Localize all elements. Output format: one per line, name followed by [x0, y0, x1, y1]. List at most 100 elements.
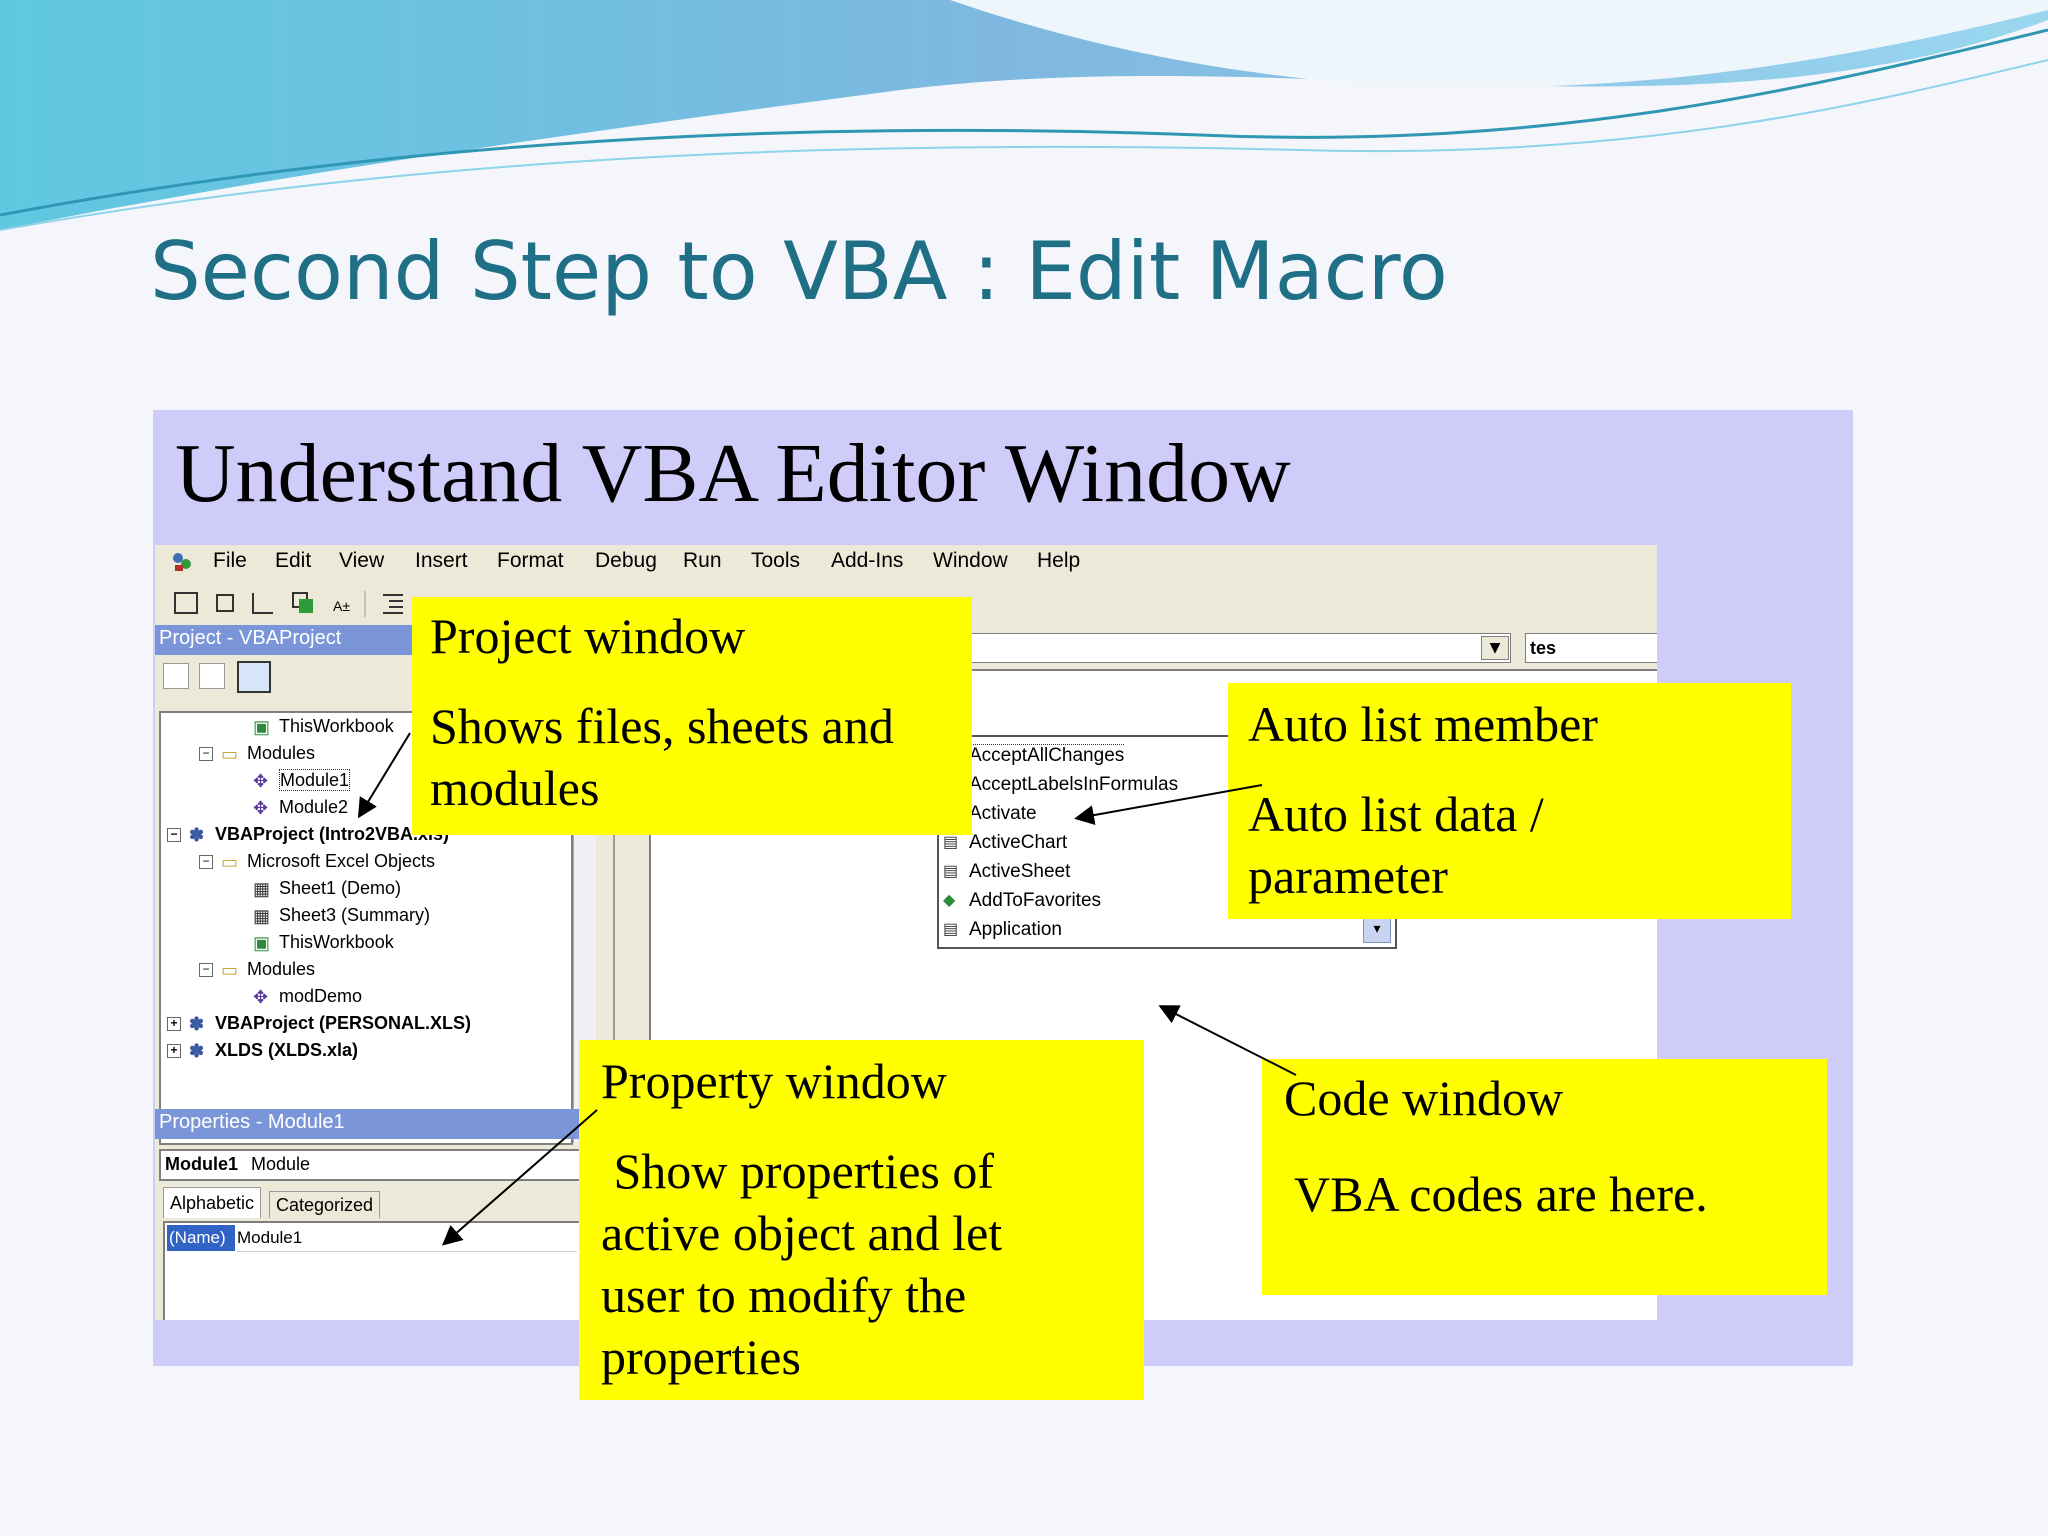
auto-list-item[interactable]: ▤ Application [943, 915, 1363, 944]
tree-item[interactable]: ✥ modDemo [167, 983, 567, 1010]
method-icon: ◆ [943, 891, 956, 909]
vba-app-icon [173, 553, 191, 571]
project-pane-toolbar [163, 661, 271, 693]
callout-property-title: Property window [601, 1053, 947, 1109]
svg-text:A±: A± [333, 598, 350, 614]
tree-item-label: Modules [247, 959, 316, 979]
project-icon: ✽ [189, 1014, 205, 1035]
module-icon: ✥ [253, 798, 269, 819]
tab-categorized[interactable]: Categorized [269, 1191, 381, 1218]
auto-list-item-label: Activate [969, 803, 1037, 824]
menu-bar: File Edit View Insert Format Debug Run Tools Add… [155, 545, 1657, 579]
auto-list-item-label: Application [969, 919, 1062, 940]
tree-item[interactable]: + ✽ XLDS (XLDS.xla) [167, 1037, 567, 1064]
menu-run[interactable]: Run [683, 549, 722, 573]
auto-list-item-label: AddToFavorites [969, 890, 1102, 911]
properties-grid: (Name) Module1 [163, 1221, 587, 1320]
property-icon: ▤ [943, 833, 959, 851]
callout-project-body-1: Shows files, sheets and [430, 698, 894, 754]
callout-code-title: Code window [1284, 1070, 1564, 1126]
properties-object-type: Module [251, 1154, 311, 1174]
tree-item[interactable]: − ▭ Microsoft Excel Objects [167, 848, 567, 875]
tree-item-label: ThisWorkbook [279, 716, 394, 736]
tree-item-label: Module2 [279, 797, 349, 817]
auto-list-item-label: ActiveSheet [969, 861, 1071, 882]
expand-icon[interactable]: + [167, 1017, 181, 1032]
menu-window[interactable]: Window [933, 549, 1008, 573]
collapse-icon[interactable]: − [199, 747, 213, 762]
menu-debug[interactable]: Debug [595, 549, 657, 573]
menu-insert[interactable]: Insert [415, 549, 468, 573]
property-icon: ▤ [943, 862, 959, 880]
folder-icon: ▭ [221, 744, 239, 765]
property-icon: ▤ [943, 920, 959, 938]
tree-item[interactable]: ▦ Sheet3 (Summary) [167, 902, 567, 929]
folder-icon: ▭ [221, 960, 239, 981]
toggle-folders-button[interactable] [237, 661, 271, 693]
menu-format[interactable]: Format [497, 549, 564, 573]
properties-object-name: Module1 [165, 1154, 239, 1174]
callout-auto-list-body-2: parameter [1248, 848, 1448, 904]
callout-auto-list-body-1: Auto list data / [1248, 786, 1544, 842]
collapse-icon[interactable]: − [199, 855, 213, 870]
callout-project-title: Project window [430, 608, 746, 664]
view-code-button[interactable] [163, 663, 189, 689]
expand-icon[interactable]: + [167, 1044, 181, 1059]
collapse-icon[interactable]: − [167, 828, 181, 843]
callout-code-body-1: VBA codes are here. [1294, 1166, 1708, 1222]
callout-auto-list-title: Auto list member [1248, 696, 1598, 752]
tree-item-label: modDemo [279, 986, 363, 1006]
tree-item-label: XLDS (XLDS.xla) [215, 1040, 359, 1060]
tree-item[interactable]: ▦ Sheet1 (Demo) [167, 875, 567, 902]
property-value-cell[interactable]: Module1 [237, 1225, 577, 1252]
callout-auto-list: Auto list member Auto list data / parame… [1228, 683, 1791, 919]
project-pane-title: Project - VBAProject [155, 625, 425, 655]
module-icon: ✥ [253, 987, 269, 1008]
tree-item-label: Modules [247, 743, 316, 763]
project-icon: ✽ [189, 1041, 205, 1062]
module-icon: ✥ [253, 771, 269, 792]
tree-item-label: Module1 [279, 769, 351, 791]
procedure-dropdown-arrow-icon[interactable]: ▼ [1481, 636, 1509, 660]
callout-property-body-1: Show properties of [601, 1143, 995, 1199]
slide-title: Second Step to VBA : Edit Macro [150, 225, 1448, 318]
callout-project-body-2: modules [430, 760, 600, 816]
tree-item-label: Sheet3 (Summary) [279, 905, 431, 925]
auto-list-scroll-down-icon[interactable]: ▾ [1363, 915, 1391, 943]
panel-title: Understand VBA Editor Window [175, 427, 1291, 520]
view-object-button[interactable] [199, 663, 225, 689]
callout-project-window: Project window Shows files, sheets and m… [412, 597, 972, 835]
collapse-icon[interactable]: − [199, 963, 213, 978]
auto-list-item-label: AcceptAllChanges [969, 744, 1125, 766]
menu-view[interactable]: View [339, 549, 384, 573]
excel-sheet-icon: ▣ [253, 933, 271, 954]
callout-property-body-4: properties [601, 1329, 801, 1385]
callout-code-window: Code window VBA codes are here. [1262, 1059, 1827, 1295]
wave-header-decoration [0, 0, 2048, 231]
object-dropdown[interactable]: tes [1525, 633, 1657, 663]
project-icon: ✽ [189, 825, 205, 846]
properties-object-dropdown[interactable]: Module1 Module [159, 1149, 583, 1181]
menu-add-ins[interactable]: Add-Ins [831, 549, 903, 573]
tree-item[interactable]: ▣ ThisWorkbook [167, 929, 567, 956]
menu-edit[interactable]: Edit [275, 549, 311, 573]
tree-item-label: Sheet1 (Demo) [279, 878, 402, 898]
callout-property-body-3: user to modify the [601, 1267, 967, 1323]
callout-property-window: Property window Show properties of activ… [579, 1040, 1144, 1400]
tree-item-label: Microsoft Excel Objects [247, 851, 436, 871]
tree-item[interactable]: − ▭ Modules [167, 956, 567, 983]
menu-tools[interactable]: Tools [751, 549, 800, 573]
tree-item[interactable]: + ✽ VBAProject (PERSONAL.XLS) [167, 1010, 567, 1037]
tree-item-label: ThisWorkbook [279, 932, 394, 952]
properties-pane-title: Properties - Module1 [155, 1109, 585, 1139]
tree-item-label: VBAProject (PERSONAL.XLS) [215, 1013, 472, 1033]
menu-file[interactable]: File [213, 549, 247, 573]
excel-sheet-icon: ▣ [253, 717, 271, 738]
property-name-cell[interactable]: (Name) [167, 1225, 235, 1251]
tab-alphabetic[interactable]: Alphabetic [163, 1187, 262, 1218]
properties-tabs: Alphabetic Categorized [159, 1185, 579, 1219]
menu-help[interactable]: Help [1037, 549, 1080, 573]
auto-list-item-label: AcceptLabelsInFormulas [969, 774, 1179, 795]
worksheet-icon: ▦ [253, 906, 271, 927]
callout-property-body-2: active object and let [601, 1205, 1003, 1261]
